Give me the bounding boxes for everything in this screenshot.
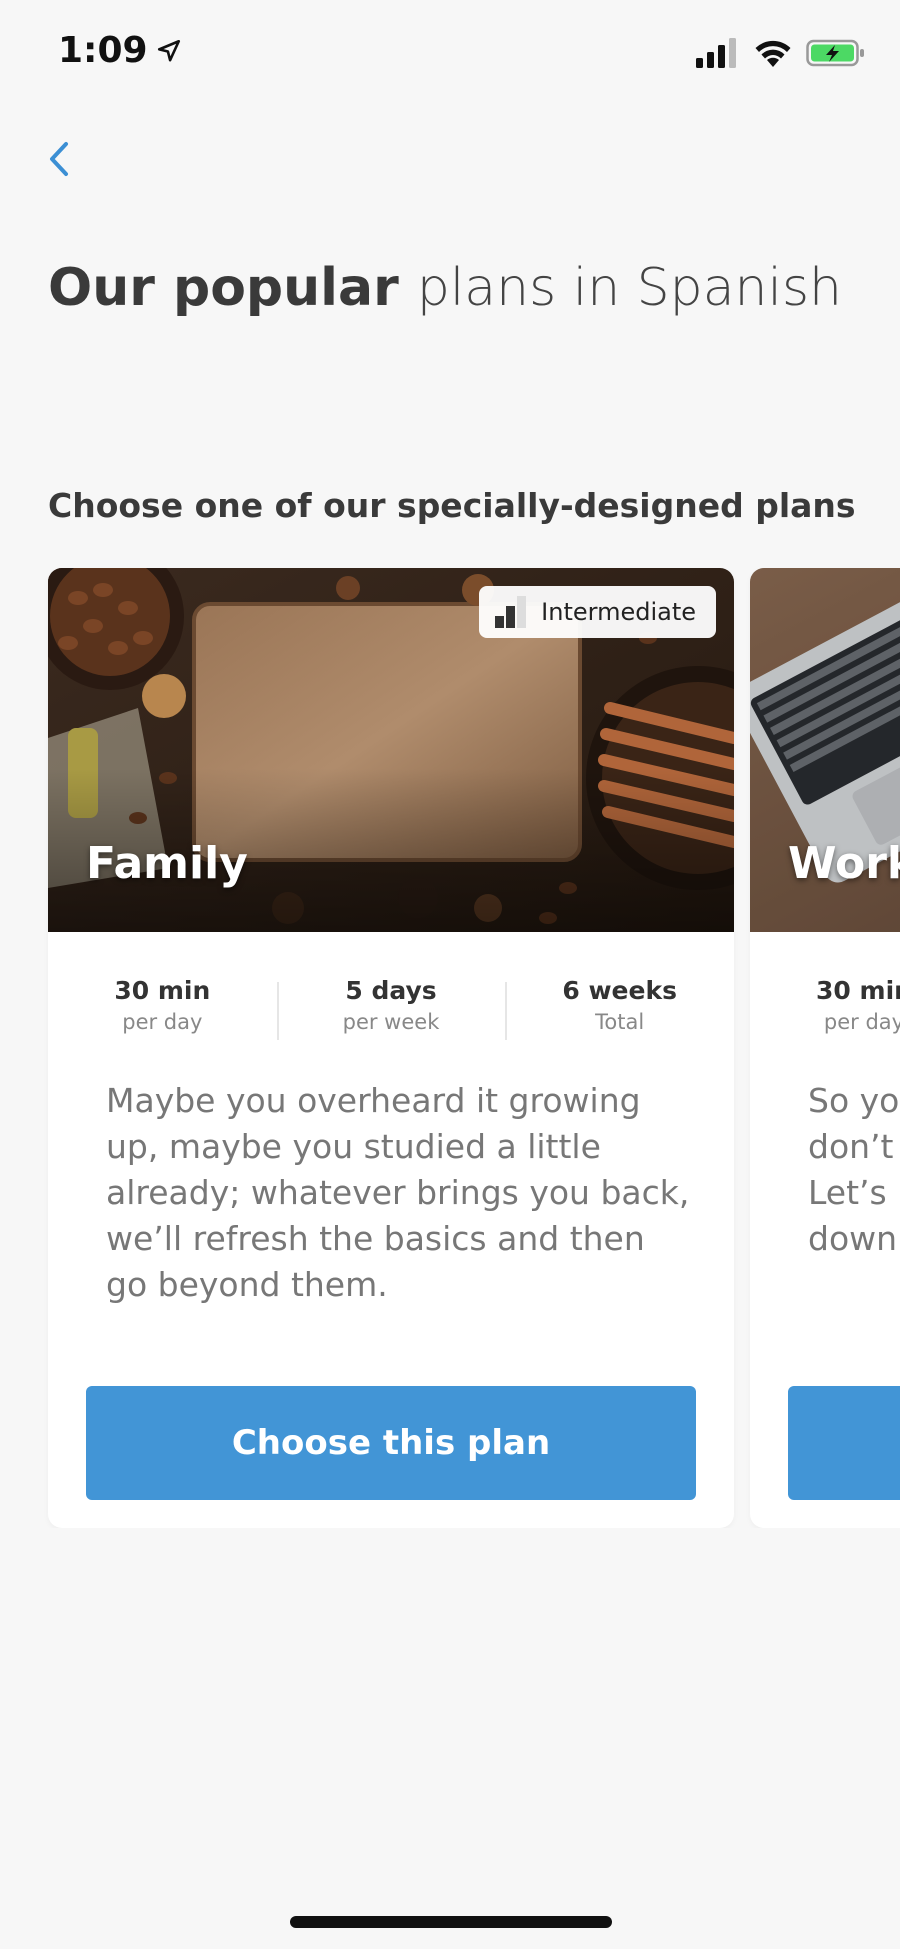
wifi-icon [755, 40, 791, 67]
stat-unit: Total [595, 1010, 645, 1034]
back-button[interactable] [40, 134, 80, 184]
plan-card-family[interactable]: Intermediate Family 30 min per day 5 day… [48, 568, 734, 1528]
plan-description: So you don’t Let’s down [808, 1081, 900, 1258]
status-time: 1:09 [58, 30, 182, 71]
level-badge-label: Intermediate [541, 598, 696, 626]
status-bar: 1:09 [0, 0, 900, 110]
stat-value: 30 min [114, 976, 211, 1005]
battery-charging-icon [806, 39, 864, 67]
stat-daily: 30 min per day [48, 974, 277, 1044]
plan-card-work[interactable]: Work 30 min per day So you don’t Let’s d… [750, 568, 900, 1528]
plan-name: Work [788, 838, 900, 889]
stat-unit: per week [342, 1010, 440, 1034]
page-title-strong: Our popular [48, 258, 399, 318]
chevron-left-icon [50, 142, 68, 176]
plan-name: Family [86, 838, 248, 889]
plan-description: Maybe you overheard it growing up, maybe… [106, 1081, 690, 1304]
stat-value: 5 days [345, 976, 437, 1005]
plan-image-family: Intermediate Family [48, 568, 734, 932]
stat-value: 30 min [816, 976, 900, 1005]
cellular-signal-icon [696, 38, 736, 68]
stat-daily: 30 min per day [750, 974, 900, 1044]
plans-carousel[interactable]: Intermediate Family 30 min per day 5 day… [0, 568, 900, 1528]
section-subtitle: Choose one of our specially-designed pla… [48, 486, 856, 525]
stat-total: 6 weeks Total [505, 974, 734, 1044]
location-arrow-icon [157, 39, 180, 62]
choose-plan-button[interactable]: Choose this plan [86, 1386, 696, 1500]
stat-weekly: 5 days per week [276, 974, 506, 1044]
status-time-text: 1:09 [58, 30, 148, 71]
plan-stats: 30 min per day [750, 974, 900, 1044]
level-bars-icon [495, 596, 527, 628]
plan-image-work: Work [750, 568, 900, 932]
level-badge: Intermediate [479, 586, 716, 638]
choose-plan-button[interactable] [788, 1386, 900, 1500]
stat-unit: per day [823, 1010, 900, 1034]
page-title: Our popular plans in Spanish [48, 258, 842, 318]
stat-value: 6 weeks [562, 976, 677, 1005]
plan-stats: 30 min per day 5 days per week 6 weeks T… [48, 974, 734, 1044]
page-title-light: plans in Spanish [416, 258, 843, 318]
stat-unit: per day [122, 1010, 203, 1034]
status-icons [696, 38, 866, 68]
home-indicator [290, 1916, 612, 1928]
